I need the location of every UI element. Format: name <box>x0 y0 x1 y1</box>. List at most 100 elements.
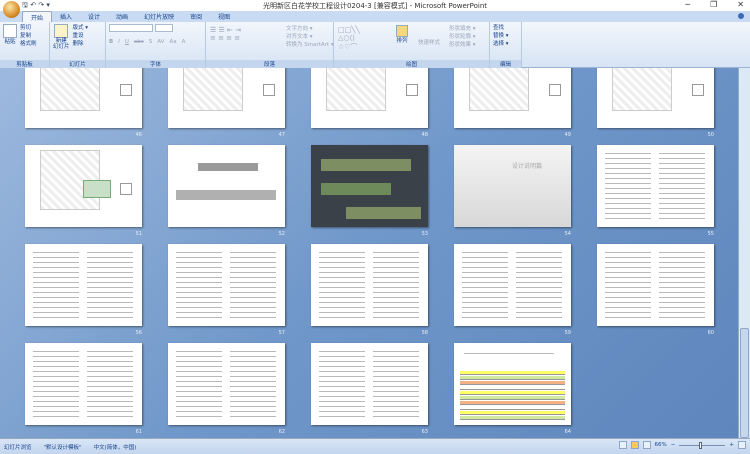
slide-thumbnail[interactable] <box>597 68 714 128</box>
copy-button[interactable]: 复制 <box>20 32 37 40</box>
slide-thumbnail[interactable]: 设计说明篇 <box>454 145 571 227</box>
slide-number: 57 <box>278 330 285 336</box>
tab-view[interactable]: 视图 <box>210 11 238 22</box>
format-painter-button[interactable]: 格式刷 <box>20 40 37 48</box>
bold-button[interactable]: B <box>109 38 113 46</box>
group-label: 绘图 <box>334 60 489 68</box>
restore-button[interactable]: ❐ <box>710 0 717 9</box>
slide-number: 55 <box>707 231 714 237</box>
minimize-button[interactable]: ─ <box>685 0 690 9</box>
arrange-button[interactable]: 排列 <box>396 37 408 45</box>
slide-thumbnail[interactable] <box>25 145 142 227</box>
change-case-button[interactable]: Aa <box>169 38 176 46</box>
language: 中文(简体，中国) <box>93 444 137 451</box>
vertical-scrollbar[interactable] <box>738 68 750 438</box>
slide-thumbnail[interactable] <box>597 145 714 227</box>
scrollbar-thumb[interactable] <box>740 328 749 438</box>
align-text-button[interactable]: 对齐文本 ▾ <box>286 33 334 41</box>
slide-thumbnail[interactable] <box>25 343 142 425</box>
group-drawing: □□╲╲ △○⟨⟩ ☆♡⌒ 排列 快速样式 形状填充 ▾ 形状轮廓 ▾ 形状效果 ▾… <box>334 22 490 68</box>
title-bar: 光明新区白花学校工程设计0204-3 [兼容模式] - Microsoft Po… <box>0 0 750 11</box>
slide-thumbnail[interactable] <box>311 68 428 128</box>
group-paragraph: 文字方向 ▾ 对齐文本 ▾ 转换为 SmartArt ▾ ☰ ☰ ⇤ ⇥ ≡ ≡ … <box>206 22 334 68</box>
slideshow-button[interactable] <box>642 441 651 449</box>
slide-thumbnail[interactable] <box>454 68 571 128</box>
paste-button[interactable]: 粘贴 <box>3 38 17 46</box>
shapes-gallery[interactable]: □□╲╲ △○⟨⟩ ☆♡⌒ <box>338 26 360 52</box>
slide-thumbnail[interactable] <box>168 68 285 128</box>
normal-view-button[interactable] <box>618 441 627 449</box>
shape-outline-button[interactable]: 形状轮廓 ▾ <box>449 33 476 41</box>
delete-button[interactable]: 删除 <box>73 40 89 48</box>
group-slides: 新建 幻灯片 版式 ▾ 重设 删除 幻灯片 <box>50 22 106 68</box>
close-button[interactable]: ✕ <box>737 0 744 9</box>
paste-icon <box>3 24 17 38</box>
slide-thumbnail[interactable] <box>168 343 285 425</box>
shadow-button[interactable]: S <box>149 38 153 46</box>
tab-insert[interactable]: 插入 <box>52 11 80 22</box>
office-button[interactable] <box>3 1 20 18</box>
shape-fill-button[interactable]: 形状填充 ▾ <box>449 25 476 33</box>
zoom-slider-thumb[interactable] <box>699 441 703 449</box>
select-button[interactable]: 选择 ▾ <box>493 40 518 48</box>
slide-number: 62 <box>278 429 285 435</box>
layout-button[interactable]: 版式 ▾ <box>73 24 89 32</box>
slide-thumbnail[interactable] <box>454 244 571 326</box>
slide-sorter: 46 47 48 49 50 51 52 53 设计说明篇 54 55 56 57 58 59 60 61 62 6… <box>0 68 738 438</box>
slide-number: 61 <box>135 429 142 435</box>
tab-animations[interactable]: 动画 <box>108 11 136 22</box>
text-direction-button[interactable]: 文字方向 ▾ <box>286 25 334 33</box>
zoom-out-button[interactable]: − <box>671 442 676 448</box>
theme-name: "默认设计模板" <box>43 444 82 451</box>
paragraph-align-icons[interactable]: ☰ ☰ ⇤ ⇥ ≡ ≡ ≡ ≡ <box>210 26 241 42</box>
italic-button[interactable]: I <box>118 38 120 46</box>
slide-thumbnail[interactable] <box>168 244 285 326</box>
slide-number: 50 <box>707 132 714 138</box>
slide-thumbnail[interactable] <box>597 244 714 326</box>
group-font: B I U abc S AV Aa A 字体 <box>106 22 206 68</box>
font-name-combo[interactable] <box>109 24 153 32</box>
zoom-slider[interactable] <box>679 441 726 449</box>
slide-number: 53 <box>421 231 428 237</box>
slide-thumbnail[interactable] <box>25 68 142 128</box>
slide-title: 设计说明篇 <box>512 163 543 170</box>
slide-thumbnail[interactable] <box>25 244 142 326</box>
tab-home[interactable]: 开始 <box>22 11 53 22</box>
fit-window-button[interactable] <box>738 441 746 449</box>
new-slide-button[interactable]: 新建 幻灯片 <box>53 38 70 50</box>
tab-slideshow[interactable]: 幻灯片放映 <box>136 11 182 22</box>
font-size-combo[interactable] <box>155 24 174 32</box>
shape-effects-button[interactable]: 形状效果 ▾ <box>449 41 476 49</box>
zoom-in-button[interactable]: + <box>729 442 734 448</box>
cut-button[interactable]: 剪切 <box>20 24 37 32</box>
slide-number: 48 <box>421 132 428 138</box>
group-label: 剪贴板 <box>0 60 49 68</box>
slide-number: 63 <box>421 429 428 435</box>
help-icon[interactable] <box>738 13 744 19</box>
strikethrough-button[interactable]: abc <box>134 38 144 46</box>
view-name: 幻灯片浏览 <box>4 444 32 451</box>
tab-design[interactable]: 设计 <box>80 11 108 22</box>
underline-button[interactable]: U <box>125 38 129 46</box>
quick-styles-button[interactable]: 快速样式 <box>418 39 440 47</box>
group-label: 段落 <box>206 60 333 68</box>
tab-review[interactable]: 审阅 <box>182 11 210 22</box>
new-slide-icon <box>54 24 69 38</box>
slide-number: 64 <box>564 429 571 435</box>
slide-thumbnail[interactable] <box>454 343 571 425</box>
slide-number: 60 <box>707 330 714 336</box>
slide-thumbnail[interactable] <box>311 343 428 425</box>
slide-thumbnail[interactable] <box>168 145 285 227</box>
spacing-button[interactable]: AV <box>157 38 164 46</box>
replace-button[interactable]: 替换 ▾ <box>493 32 518 40</box>
font-color-button[interactable]: A <box>182 38 186 46</box>
slide-sorter-view-button[interactable] <box>630 441 639 449</box>
slide-thumbnail[interactable] <box>311 145 428 227</box>
find-button[interactable]: 查找 <box>493 24 518 32</box>
slide-thumbnail[interactable] <box>311 244 428 326</box>
convert-smartart-button[interactable]: 转换为 SmartArt ▾ <box>286 41 334 49</box>
group-label: 编辑 <box>490 60 521 68</box>
zoom-level[interactable]: 66% <box>655 442 667 448</box>
slide-number: 58 <box>421 330 428 336</box>
reset-button[interactable]: 重设 <box>73 32 89 40</box>
